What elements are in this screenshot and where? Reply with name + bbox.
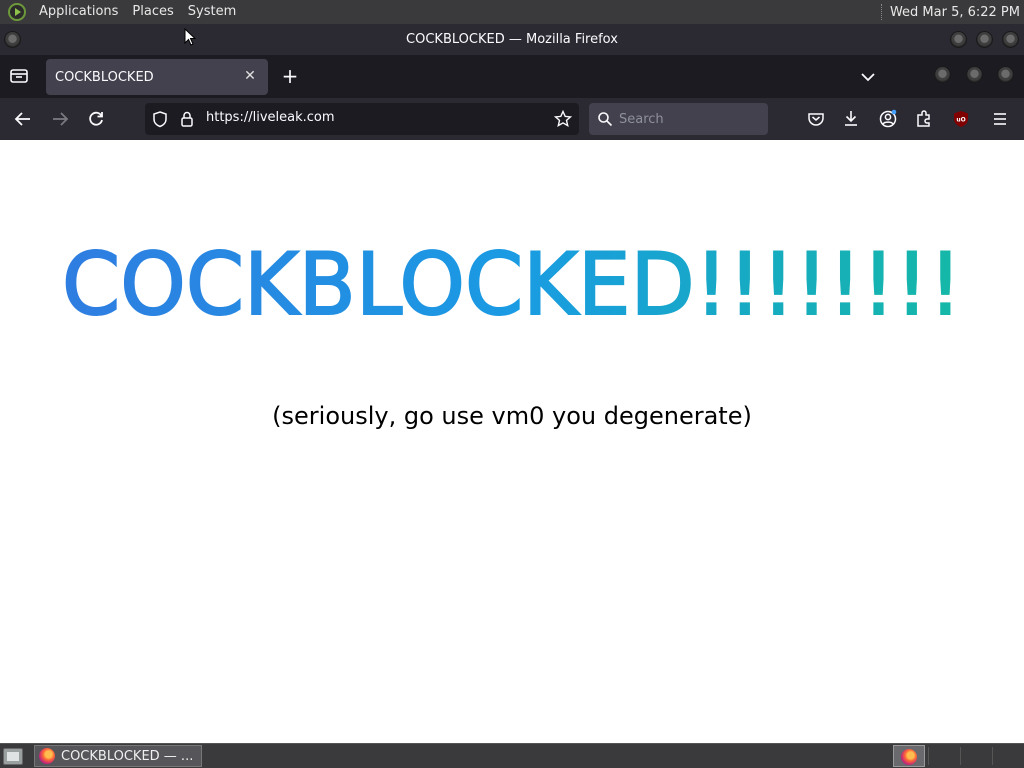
bottom-taskbar: COCKBLOCKED — ... <box>0 743 1024 768</box>
window-title: COCKBLOCKED — Mozilla Firefox <box>406 32 618 47</box>
url-bar[interactable]: https://liveleak.com <box>145 103 579 135</box>
search-input[interactable] <box>615 110 755 128</box>
workspace-switcher[interactable] <box>893 745 925 767</box>
workspace-divider <box>928 747 929 765</box>
search-bar[interactable] <box>589 103 768 135</box>
new-tab-button[interactable]: + <box>279 65 301 87</box>
account-icon[interactable] <box>875 107 901 131</box>
tab-strip: COCKBLOCKED ✕ + <box>0 55 1024 98</box>
top-panel: Applications Places System Wed Mar 5, 6:… <box>0 0 1024 24</box>
page-subtext: (seriously, go use vm0 you degenerate) <box>272 402 752 430</box>
window-menu-icon[interactable] <box>4 31 21 48</box>
lock-icon[interactable] <box>179 110 195 132</box>
firefox-icon <box>901 749 917 765</box>
tab-close-icon[interactable]: ✕ <box>240 66 260 86</box>
url-text[interactable]: https://liveleak.com <box>206 110 335 125</box>
page-content: COCKBLOCKED!!!!!!!! (seriously, go use v… <box>0 140 1024 743</box>
workspace-divider <box>960 747 961 765</box>
back-button[interactable] <box>10 107 36 131</box>
nav-toolbar: https://liveleak.com Search uO <box>0 98 1024 140</box>
tabstrip-knob-icon <box>934 66 951 83</box>
clock[interactable]: Wed Mar 5, 6:22 PM <box>890 5 1024 20</box>
pocket-icon[interactable] <box>803 107 829 131</box>
panel-menu: Applications Places System <box>0 0 243 24</box>
extensions-icon[interactable] <box>911 107 937 131</box>
firefox-view-icon[interactable] <box>9 67 29 85</box>
tracking-protection-shield-icon[interactable] <box>151 110 169 132</box>
ublock-origin-icon[interactable]: uO <box>948 107 974 131</box>
list-all-tabs-icon[interactable] <box>857 67 879 87</box>
taskbar-item-firefox[interactable]: COCKBLOCKED — ... <box>34 745 202 767</box>
reload-button[interactable] <box>83 107 109 131</box>
tabstrip-knob-icon <box>997 66 1014 83</box>
svg-text:uO: uO <box>956 117 965 124</box>
search-icon <box>597 111 613 131</box>
forward-button[interactable] <box>47 107 73 131</box>
window-titlebar[interactable]: COCKBLOCKED — Mozilla Firefox <box>0 24 1024 55</box>
close-window-button[interactable] <box>1002 31 1019 48</box>
taskbar-item-label: COCKBLOCKED — ... <box>61 748 194 764</box>
applications-logo-icon[interactable] <box>8 3 26 21</box>
downloads-icon[interactable] <box>838 107 864 131</box>
hamburger-menu-icon[interactable] <box>987 107 1013 131</box>
mouse-cursor-icon <box>184 27 197 50</box>
tab-label: COCKBLOCKED <box>55 69 154 85</box>
panel-separator <box>880 4 884 20</box>
maximize-button[interactable] <box>976 31 993 48</box>
workspace-divider <box>992 747 993 765</box>
tab-cockblocked[interactable]: COCKBLOCKED ✕ <box>46 59 268 95</box>
tabstrip-knob-icon <box>966 66 983 83</box>
menu-applications[interactable]: Applications <box>32 0 125 24</box>
headline-text: COCKBLOCKED!!!!!!!! <box>62 235 962 332</box>
show-desktop-icon[interactable] <box>3 748 23 765</box>
menu-system[interactable]: System <box>181 0 243 24</box>
page-headline: COCKBLOCKED!!!!!!!! <box>0 222 1024 332</box>
firefox-icon <box>39 748 55 764</box>
minimize-button[interactable] <box>950 31 967 48</box>
bookmark-star-icon[interactable] <box>553 109 573 132</box>
menu-places[interactable]: Places <box>125 0 180 24</box>
